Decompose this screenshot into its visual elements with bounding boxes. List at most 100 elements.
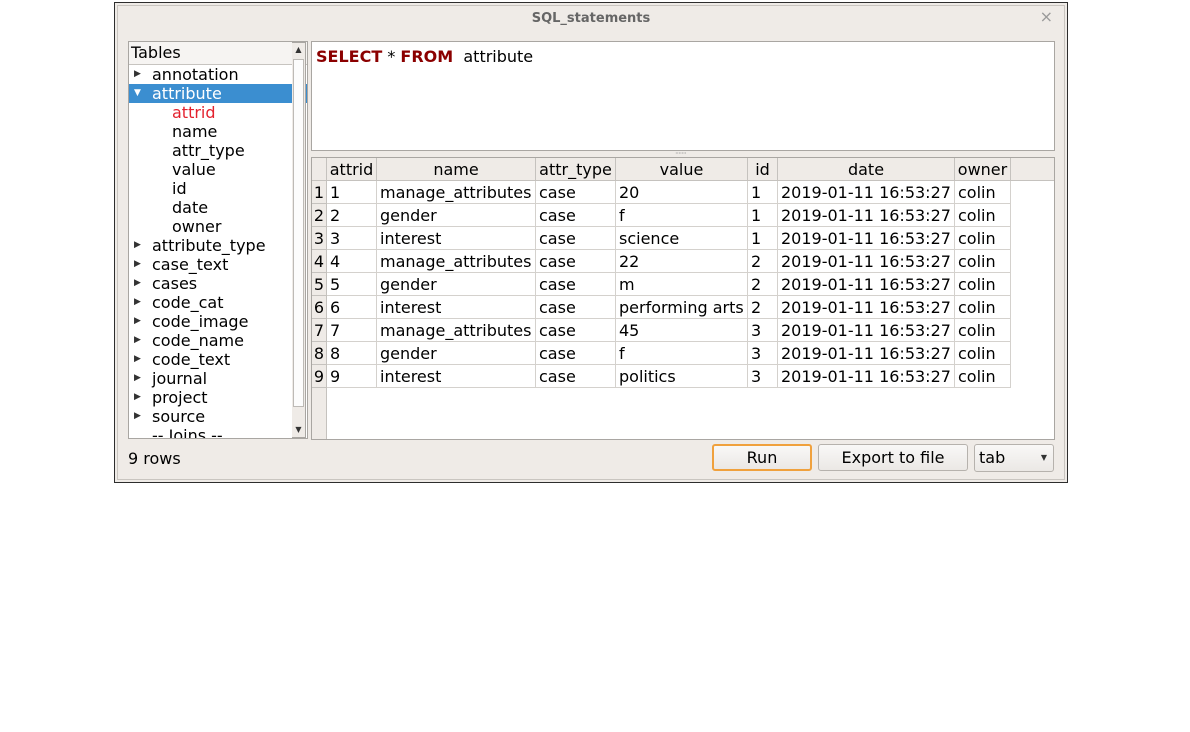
table-cell[interactable]: science <box>616 227 748 250</box>
run-button[interactable]: Run <box>712 444 812 471</box>
triangle-right-icon[interactable]: ▶ <box>134 388 144 407</box>
triangle-right-icon[interactable]: ▶ <box>134 369 144 388</box>
tree-table-item[interactable]: ▶ annotation <box>129 65 307 84</box>
table-cell[interactable]: case <box>536 342 616 365</box>
column-header[interactable]: value <box>616 158 748 181</box>
tree-column-item[interactable]: value <box>129 160 307 179</box>
table-cell[interactable]: 2 <box>327 204 377 227</box>
table-cell[interactable]: 2019-01-11 16:53:27 <box>778 273 955 296</box>
table-cell[interactable]: case <box>536 250 616 273</box>
table-cell[interactable]: colin <box>955 181 1011 204</box>
table-cell[interactable]: colin <box>955 227 1011 250</box>
table-cell[interactable]: 6 <box>327 296 377 319</box>
grid-corner[interactable] <box>312 158 327 181</box>
row-header[interactable]: 2 <box>312 204 327 227</box>
tree-table-item[interactable]: ▶ attribute_type <box>129 236 307 255</box>
column-header[interactable]: name <box>377 158 536 181</box>
row-header[interactable]: 4 <box>312 250 327 273</box>
delimiter-select[interactable]: tab ▼ <box>974 444 1054 472</box>
table-cell[interactable]: 1 <box>748 204 778 227</box>
column-header[interactable]: attrid <box>327 158 377 181</box>
table-cell[interactable]: 2019-01-11 16:53:27 <box>778 319 955 342</box>
table-cell[interactable]: m <box>616 273 748 296</box>
table-cell[interactable]: f <box>616 342 748 365</box>
table-cell[interactable]: 2 <box>748 296 778 319</box>
table-cell[interactable]: 20 <box>616 181 748 204</box>
tree-column-item[interactable]: id <box>129 179 307 198</box>
table-cell[interactable]: 7 <box>327 319 377 342</box>
tree-table-item[interactable]: ▶ journal <box>129 369 307 388</box>
table-cell[interactable]: interest <box>377 227 536 250</box>
column-header[interactable]: date <box>778 158 955 181</box>
tree-table-item[interactable]: ▶ project <box>129 388 307 407</box>
table-cell[interactable]: case <box>536 296 616 319</box>
table-cell[interactable]: 4 <box>327 250 377 273</box>
scrollbar-thumb[interactable] <box>293 59 304 407</box>
table-cell[interactable]: 3 <box>748 319 778 342</box>
tables-tree[interactable]: Tables ▶ annotation ▼ attribute attrid name at… <box>128 41 308 439</box>
column-header[interactable]: owner <box>955 158 1011 181</box>
tree-table-item[interactable]: ▶ code_cat <box>129 293 307 312</box>
table-cell[interactable]: 3 <box>327 227 377 250</box>
table-cell[interactable]: case <box>536 319 616 342</box>
triangle-right-icon[interactable]: ▶ <box>134 293 144 312</box>
tree-column-item[interactable]: owner <box>129 217 307 236</box>
row-header[interactable]: 9 <box>312 365 327 388</box>
table-cell[interactable]: 8 <box>327 342 377 365</box>
table-cell[interactable]: case <box>536 204 616 227</box>
table-cell[interactable]: 2019-01-11 16:53:27 <box>778 342 955 365</box>
table-cell[interactable]: f <box>616 204 748 227</box>
export-to-file-button[interactable]: Export to file <box>818 444 968 471</box>
tree-table-item[interactable]: ▼ attribute <box>129 84 307 103</box>
table-cell[interactable]: 3 <box>748 365 778 388</box>
sql-editor[interactable]: SELECT * FROM attribute <box>311 41 1055 151</box>
triangle-right-icon[interactable]: ▶ <box>134 65 144 84</box>
table-cell[interactable]: 2 <box>748 250 778 273</box>
table-cell[interactable]: manage_attributes <box>377 181 536 204</box>
table-cell[interactable]: manage_attributes <box>377 319 536 342</box>
table-cell[interactable]: 2019-01-11 16:53:27 <box>778 296 955 319</box>
tree-column-item[interactable]: name <box>129 122 307 141</box>
triangle-right-icon[interactable]: ▶ <box>134 331 144 350</box>
table-cell[interactable]: 2019-01-11 16:53:27 <box>778 250 955 273</box>
table-cell[interactable]: gender <box>377 342 536 365</box>
table-cell[interactable]: 5 <box>327 273 377 296</box>
triangle-right-icon[interactable]: ▶ <box>134 407 144 426</box>
tree-column-item[interactable]: date <box>129 198 307 217</box>
triangle-right-icon[interactable]: ▶ <box>134 274 144 293</box>
table-cell[interactable]: 2 <box>748 273 778 296</box>
table-cell[interactable]: 45 <box>616 319 748 342</box>
table-cell[interactable]: 1 <box>327 181 377 204</box>
row-header[interactable]: 3 <box>312 227 327 250</box>
row-header[interactable]: 8 <box>312 342 327 365</box>
table-cell[interactable]: colin <box>955 296 1011 319</box>
table-cell[interactable]: 9 <box>327 365 377 388</box>
tree-column-item[interactable]: attr_type <box>129 141 307 160</box>
tree-separator[interactable]: -- Joins -- <box>129 426 307 438</box>
splitter-handle[interactable]: ······· <box>675 150 695 158</box>
table-cell[interactable]: 2019-01-11 16:53:27 <box>778 181 955 204</box>
table-cell[interactable]: colin <box>955 319 1011 342</box>
tree-table-item[interactable]: ▶ code_text <box>129 350 307 369</box>
table-cell[interactable]: politics <box>616 365 748 388</box>
table-cell[interactable]: case <box>536 227 616 250</box>
table-cell[interactable]: case <box>536 181 616 204</box>
triangle-right-icon[interactable]: ▶ <box>134 236 144 255</box>
row-header[interactable]: 7 <box>312 319 327 342</box>
table-cell[interactable]: colin <box>955 365 1011 388</box>
scroll-up-icon[interactable]: ▲ <box>292 43 305 57</box>
table-cell[interactable]: 2019-01-11 16:53:27 <box>778 227 955 250</box>
table-cell[interactable]: gender <box>377 273 536 296</box>
tree-scrollbar[interactable]: ▲ ▼ <box>292 42 306 438</box>
table-cell[interactable]: colin <box>955 273 1011 296</box>
table-cell[interactable]: colin <box>955 250 1011 273</box>
table-cell[interactable]: gender <box>377 204 536 227</box>
table-cell[interactable]: 2019-01-11 16:53:27 <box>778 365 955 388</box>
tree-table-item[interactable]: ▶ code_image <box>129 312 307 331</box>
row-header[interactable]: 5 <box>312 273 327 296</box>
table-cell[interactable]: 2019-01-11 16:53:27 <box>778 204 955 227</box>
title-bar[interactable]: SQL_statements × <box>115 3 1067 33</box>
close-icon[interactable]: × <box>1040 7 1053 26</box>
tree-table-item[interactable]: ▶ source <box>129 407 307 426</box>
table-cell[interactable]: case <box>536 365 616 388</box>
